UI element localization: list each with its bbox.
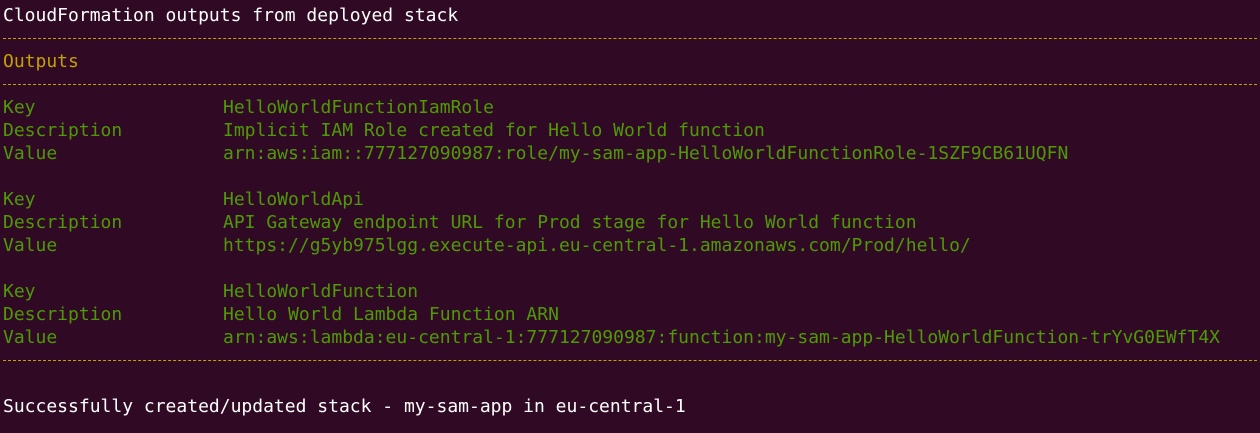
key-value: HelloWorldFunction xyxy=(223,281,419,302)
output-3-description-row: Description Hello World Lambda Function … xyxy=(3,303,1260,326)
description-value: API Gateway endpoint URL for Prod stage … xyxy=(223,212,917,233)
value-value: arn:aws:lambda:eu-central-1:777127090987… xyxy=(223,327,1220,348)
output-2-key-row: Key HelloWorldApi xyxy=(3,188,1260,211)
terminal-window[interactable]: CloudFormation outputs from deployed sta… xyxy=(0,0,1260,433)
value-label: Value xyxy=(3,235,58,256)
key-label: Key xyxy=(3,97,36,118)
description-label: Description xyxy=(3,304,123,325)
value-value: arn:aws:iam::777127090987:role/my-sam-ap… xyxy=(223,143,1069,164)
description-label: Description xyxy=(3,120,123,141)
key-value: HelloWorldFunctionIamRole xyxy=(223,97,494,118)
key-label: Key xyxy=(3,281,36,302)
output-3-key-row: Key HelloWorldFunction xyxy=(3,280,1260,303)
value-label: Value xyxy=(3,327,58,348)
output-2-value-row: Value https://g5yb975lgg.execute-api.eu-… xyxy=(3,234,1260,257)
key-label: Key xyxy=(3,189,36,210)
description-value: Implicit IAM Role created for Hello Worl… xyxy=(223,120,765,141)
outputs-heading: Outputs xyxy=(3,51,79,72)
divider-heading xyxy=(3,73,1260,96)
divider-bottom xyxy=(3,349,1260,372)
output-1-value-row: Value arn:aws:iam::777127090987:role/my-… xyxy=(3,142,1260,165)
output-1-key-row: Key HelloWorldFunctionIamRole xyxy=(3,96,1260,119)
output-3-value-row: Value arn:aws:lambda:eu-central-1:777127… xyxy=(3,326,1260,349)
status-message: Successfully created/updated stack - my-… xyxy=(3,396,686,417)
key-value: HelloWorldApi xyxy=(223,189,364,210)
output-2-description-row: Description API Gateway endpoint URL for… xyxy=(3,211,1260,234)
divider-top xyxy=(3,27,1260,50)
value-label: Value xyxy=(3,143,58,164)
description-value: Hello World Lambda Function ARN xyxy=(223,304,559,325)
output-title: CloudFormation outputs from deployed sta… xyxy=(3,5,459,26)
api-endpoint-url[interactable]: https://g5yb975lgg.execute-api.eu-centra… xyxy=(223,234,1260,257)
description-label: Description xyxy=(3,212,123,233)
output-1-description-row: Description Implicit IAM Role created fo… xyxy=(3,119,1260,142)
